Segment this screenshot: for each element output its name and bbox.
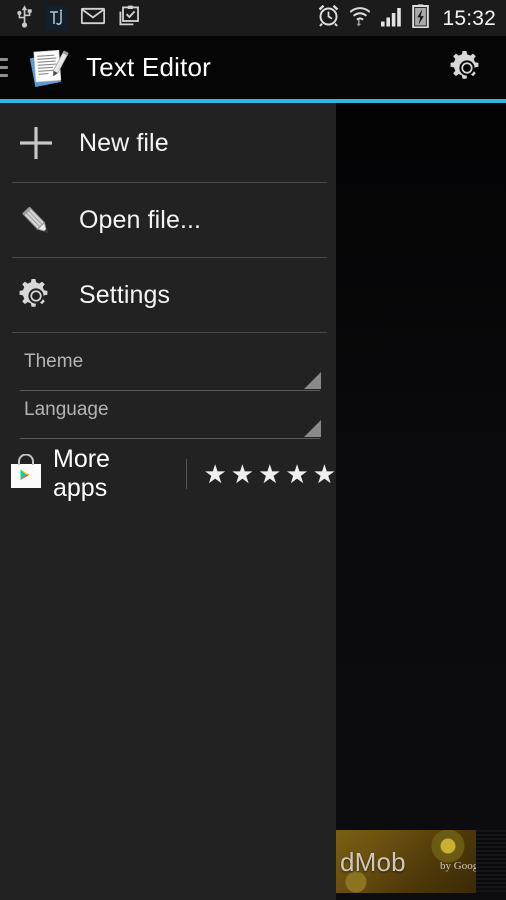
- hamburger-line: [0, 66, 8, 69]
- status-bar: 15:32: [0, 0, 506, 36]
- android-screen: 15:32 Text Editor dMob by Goog New file …: [0, 0, 506, 900]
- hamburger-line: [0, 74, 8, 77]
- drawer-item-label: Open file...: [79, 206, 202, 234]
- alarm-icon: [317, 4, 340, 32]
- star-icon[interactable]: ★: [285, 461, 308, 487]
- spinner-underline: [20, 438, 320, 439]
- language-spinner-label: Language: [24, 399, 109, 420]
- star-icon[interactable]: ★: [313, 461, 336, 487]
- more-apps-row: More apps ★ ★ ★ ★ ★: [0, 445, 336, 502]
- more-apps-divider: [186, 459, 188, 489]
- drawer-item-new-file[interactable]: New file: [0, 103, 336, 183]
- pencil-icon: [16, 202, 56, 240]
- star-icon[interactable]: ★: [258, 461, 281, 487]
- signal-icon: [380, 5, 404, 32]
- action-bar: Text Editor: [0, 36, 506, 99]
- star-icon[interactable]: ★: [231, 461, 254, 487]
- status-bar-clock: 15:32: [442, 6, 496, 30]
- rating-stars[interactable]: ★ ★ ★ ★ ★: [203, 461, 336, 487]
- ad-banner-edge-stripes: [476, 830, 506, 893]
- page-title: Text Editor: [86, 52, 212, 82]
- plus-icon: [16, 125, 56, 161]
- language-spinner[interactable]: Language: [16, 391, 321, 439]
- row-divider: [12, 332, 327, 333]
- ad-banner-label: dMob: [340, 847, 406, 877]
- hamburger-menu-icon[interactable]: [0, 58, 8, 77]
- drawer-item-label: New file: [79, 128, 169, 157]
- gear-icon: [16, 278, 56, 314]
- google-play-store-icon[interactable]: [9, 453, 43, 495]
- theme-spinner[interactable]: Theme: [16, 343, 321, 391]
- drawer-item-label: Settings: [79, 281, 171, 309]
- text-editor-document-icon: [26, 46, 72, 90]
- clipboard-check-icon: [118, 5, 140, 32]
- navigation-drawer: New file Open file... Settings Theme Lan…: [0, 103, 336, 900]
- drawer-item-settings[interactable]: Settings: [0, 258, 336, 333]
- status-bar-right-icons: 15:32: [317, 3, 496, 33]
- chevron-down-icon: [304, 420, 321, 437]
- usb-icon: [16, 4, 33, 33]
- theme-spinner-label: Theme: [24, 351, 84, 372]
- admob-ad-banner[interactable]: dMob by Google: [336, 830, 476, 893]
- email-icon: [80, 7, 106, 30]
- chevron-down-icon: [304, 372, 321, 389]
- more-apps-label[interactable]: More apps: [53, 445, 170, 503]
- drawer-item-open-file[interactable]: Open file...: [0, 183, 336, 258]
- tj-app-icon: [46, 6, 68, 30]
- gear-icon[interactable]: [448, 49, 486, 87]
- ad-banner-sublabel: by Google: [440, 860, 476, 872]
- battery-charging-icon: [412, 3, 430, 33]
- star-icon[interactable]: ★: [203, 461, 226, 487]
- hamburger-line: [0, 58, 8, 61]
- wifi-icon: [348, 4, 372, 32]
- status-bar-left-icons: [16, 4, 140, 33]
